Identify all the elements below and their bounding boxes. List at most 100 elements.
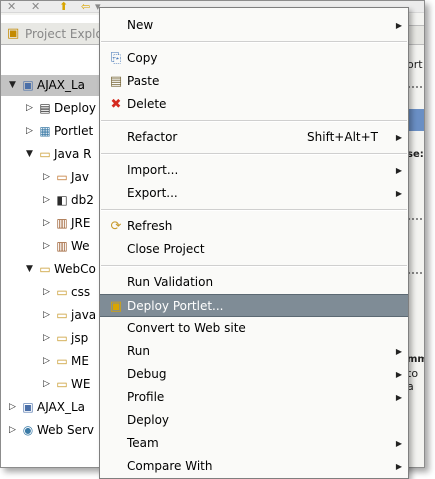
menu-item-copy[interactable]: ⎘ Copy (100, 47, 408, 70)
project-tree: ▼ ▣ AJAX_La ▷ ▤ Deploy ▷ ▦ Portlet ▼ ▭ Java R ▷ ▭ Jav ▷… (1, 75, 113, 467)
tree-item-label: java (71, 308, 97, 322)
collapsed-twisty-icon[interactable]: ▷ (43, 190, 53, 211)
menu-item-label: Close Project (127, 242, 205, 256)
collapsed-twisty-icon[interactable]: ▷ (43, 213, 53, 234)
menu-item-import[interactable]: Import... ▶ (100, 159, 408, 182)
menu-item-close-project[interactable]: Close Project (100, 238, 408, 261)
menu-item-export[interactable]: Export... ▶ (100, 182, 408, 205)
tree-item-label: AJAX_La (37, 78, 86, 92)
menu-separator (101, 153, 407, 155)
submenu-arrow-icon: ▶ (395, 370, 402, 379)
project-icon: ▣ (22, 78, 34, 92)
collapsed-twisty-icon[interactable]: ▷ (43, 305, 53, 326)
tree-item[interactable]: ▷ ▣ AJAX_La (1, 397, 113, 418)
menu-item-label: Refactor (127, 130, 178, 144)
folder-icon: ▭ (56, 308, 68, 322)
menu-item-label: Delete (127, 97, 167, 111)
pin-icon[interactable]: ✕ (7, 1, 16, 12)
tree-item[interactable]: ▷ ▭ java (1, 305, 113, 326)
editor-text-fragment: mm (407, 354, 424, 365)
tree-item[interactable]: ▷ ▥ We (1, 236, 113, 257)
deploy-portlet-icon: ▣ (109, 299, 123, 314)
submenu-arrow-icon: ▶ (395, 347, 402, 356)
tree-item-label: db2 (71, 193, 94, 207)
menu-item-refresh[interactable]: ⟳ Refresh (100, 215, 408, 238)
tree-item[interactable]: ▼ ▣ AJAX_La (1, 75, 113, 96)
expanded-twisty-icon[interactable]: ▼ (26, 259, 36, 280)
tree-item-label: AJAX_La (37, 400, 86, 414)
menu-item-debug[interactable]: Debug ▶ (100, 363, 408, 386)
menu-item-label: Import... (127, 163, 179, 177)
submenu-arrow-icon: ▶ (395, 166, 402, 175)
library-icon: ▥ (56, 216, 68, 230)
menu-item-paste[interactable]: ▤ Paste (100, 70, 408, 93)
collapsed-twisty-icon[interactable]: ▷ (26, 98, 36, 119)
tree-item[interactable]: ▷ ▭ css (1, 282, 113, 303)
collapsed-twisty-icon[interactable]: ▷ (43, 236, 53, 257)
refresh-icon: ⟳ (110, 219, 122, 234)
tree-item[interactable]: ▷ ▭ WE (1, 374, 113, 395)
menu-item-compare-with[interactable]: Compare With ▶ (100, 455, 408, 478)
tree-item[interactable]: ▷ ▭ Jav (1, 167, 113, 188)
tree-item[interactable]: ▷ ▭ jsp (1, 328, 113, 349)
folder-icon: ▭ (39, 262, 51, 276)
collapsed-twisty-icon[interactable]: ▷ (9, 397, 19, 418)
tree-item[interactable]: ▼ ▭ Java R (1, 144, 113, 165)
menu-item-label: Compare With (127, 459, 213, 473)
tree-item-label: Java R (54, 147, 92, 161)
pin-icon[interactable]: ✕ (31, 1, 40, 12)
menu-item-delete[interactable]: ✖ Delete (100, 93, 408, 116)
menu-item-label: Team (127, 436, 159, 450)
collapsed-twisty-icon[interactable]: ▷ (43, 374, 53, 395)
collapsed-twisty-icon[interactable]: ▷ (43, 167, 53, 188)
collapsed-twisty-icon[interactable]: ▷ (43, 351, 53, 372)
project-explorer-title: Project Explo (25, 27, 103, 41)
menu-item-label: Debug (127, 367, 167, 381)
menu-item-label: Run Validation (127, 275, 214, 289)
delete-icon: ✖ (110, 97, 122, 112)
menu-item-new[interactable]: New ▶ (100, 14, 408, 37)
tree-item[interactable]: ▷ ▦ Portlet (1, 121, 113, 142)
menu-separator (101, 209, 407, 211)
menu-item-convert-to-web-site[interactable]: Convert to Web site (100, 317, 408, 340)
menu-separator (101, 265, 407, 267)
tree-item-label: WE (71, 377, 91, 391)
menu-item-deploy[interactable]: Deploy (100, 409, 408, 432)
menu-item-deploy-portlet[interactable]: ▣ Deploy Portlet... (100, 294, 408, 317)
menu-item-label: Refresh (127, 219, 173, 233)
expanded-twisty-icon[interactable]: ▼ (9, 75, 19, 96)
menu-item-team[interactable]: Team ▶ (100, 432, 408, 455)
tree-item-label: JRE (71, 216, 91, 230)
tree-item[interactable]: ▷ ▥ JRE (1, 213, 113, 234)
project-icon: ▣ (22, 400, 34, 414)
tree-item[interactable]: ▼ ▭ WebCo (1, 259, 113, 280)
tree-item[interactable]: ▷ ▤ Deploy (1, 98, 113, 119)
up-arrow-icon[interactable]: ⬆ (59, 1, 68, 12)
menu-item-label: Copy (127, 51, 158, 65)
collapsed-twisty-icon[interactable]: ▷ (9, 420, 19, 441)
project-explorer-view: ▣ Project Explo ▼ ▣ AJAX_La ▷ ▤ Deploy ▷ ▦ Portl… (1, 15, 113, 467)
collapsed-twisty-icon[interactable]: ▷ (43, 328, 53, 349)
folder-back-icon[interactable]: ⇦ (81, 1, 90, 12)
expanded-twisty-icon[interactable]: ▼ (26, 144, 36, 165)
collapsed-twisty-icon[interactable]: ▷ (26, 121, 36, 142)
folder-icon: ▭ (39, 147, 51, 161)
menu-item-run[interactable]: Run ▶ (100, 340, 408, 363)
submenu-arrow-icon: ▶ (395, 21, 402, 30)
menu-item-label: Deploy (127, 413, 170, 427)
menu-item-run-validation[interactable]: Run Validation (100, 271, 408, 294)
tree-item-label: We (71, 239, 90, 253)
menu-item-profile[interactable]: Profile ▶ (100, 386, 408, 409)
portlet-icon: ▦ (39, 124, 51, 138)
folder-icon: ▭ (56, 285, 68, 299)
menu-item-label: Run (127, 344, 151, 358)
tree-item[interactable]: ▷ ▭ ME (1, 351, 113, 372)
tree-item[interactable]: ▷ ◧ db2 (1, 190, 113, 211)
tree-item[interactable]: ▷ ◉ Web Serv (1, 420, 113, 441)
collapsed-twisty-icon[interactable]: ▷ (43, 282, 53, 303)
folder-icon: ▭ (56, 377, 68, 391)
menu-item-refactor[interactable]: Refactor Shift+Alt+T ▶ (100, 126, 408, 149)
project-explorer-tab[interactable]: ▣ Project Explo (1, 23, 113, 45)
web-services-icon: ◉ (22, 423, 34, 437)
menu-item-label: Export... (127, 186, 178, 200)
